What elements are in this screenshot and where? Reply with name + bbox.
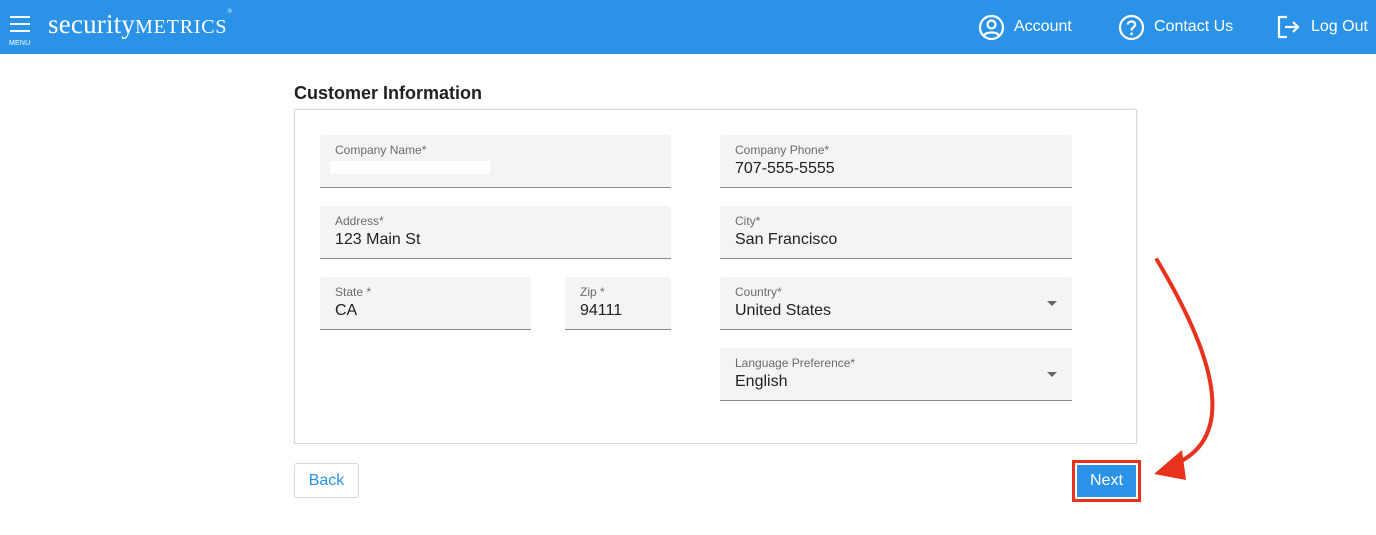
back-button[interactable]: Back [294,463,359,498]
company-name-redacted [330,161,490,174]
account-circle-icon [978,14,1005,41]
address-field[interactable]: Address* 123 Main St [320,206,671,259]
logout-icon [1276,14,1302,40]
nav-contact-us[interactable]: Contact Us [1118,12,1233,42]
dropdown-arrow-icon [1047,372,1057,377]
company-phone-label: Company Phone* [735,143,830,157]
language-value: English [735,373,788,390]
zip-field[interactable]: Zip * 94111 [565,277,671,330]
top-bar: MENU securityMETRICS® Account Contact Us [0,0,1376,54]
nav-log-out[interactable]: Log Out [1276,12,1368,42]
city-field[interactable]: City* San Francisco [720,206,1072,259]
zip-label: Zip * [580,285,605,299]
hamburger-icon [10,16,30,37]
company-name-field[interactable]: Company Name* [320,135,671,188]
annotation-arrow-icon [1154,258,1215,480]
country-select[interactable]: Country* United States [720,277,1072,330]
securitymetrics-logo[interactable]: securityMETRICS® [48,9,232,40]
dropdown-arrow-icon [1047,301,1057,306]
state-value: CA [335,302,358,319]
state-label: State * [335,285,372,299]
nav-logout-label: Log Out [1311,18,1368,35]
next-button[interactable]: Next [1077,465,1136,497]
country-value: United States [735,302,832,319]
nav-contact-label: Contact Us [1154,18,1234,35]
address-label: Address* [335,214,384,228]
page-title: Customer Information [294,83,483,103]
company-phone-field[interactable]: Company Phone* 707-555-5555 [720,135,1072,188]
state-field[interactable]: State * CA [320,277,531,330]
country-label: Country* [735,285,782,299]
city-label: City* [735,214,761,228]
address-value: 123 Main St [335,231,421,248]
nav-account-label: Account [1014,18,1072,35]
company-phone-value: 707-555-5555 [735,160,835,177]
menu-button[interactable]: MENU [8,10,34,50]
language-preference-select[interactable]: Language Preference* English [720,348,1072,401]
nav-account[interactable]: Account [978,12,1072,42]
menu-label: MENU [9,40,31,47]
company-name-label: Company Name* [335,143,427,157]
help-circle-icon [1118,14,1145,41]
language-label: Language Preference* [735,356,856,370]
customer-info-card: Company Name* Company Phone* 707-555-555… [294,109,1137,444]
zip-value: 94111 [580,302,623,319]
city-value: San Francisco [735,231,838,248]
